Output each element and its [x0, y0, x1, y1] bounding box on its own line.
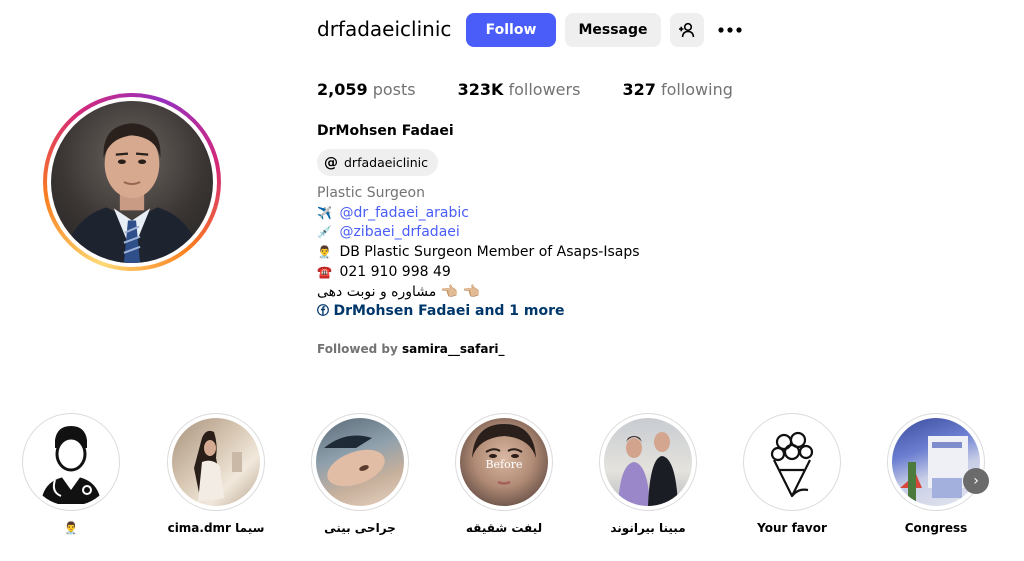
- phone-icon: ☎️: [317, 264, 332, 279]
- bio-line-4: ☎️ 021 910 998 49: [317, 263, 640, 283]
- threads-badge[interactable]: @ drfadaeiclinic: [317, 149, 438, 176]
- doctor-avatar-icon: [41, 426, 101, 504]
- pointing-hand-icon: 👈🏼 👈🏼: [440, 283, 481, 300]
- story-highlights: 👨‍⚕️ cima.dmr سیما جراحی بینی: [0, 413, 1024, 543]
- mention-link[interactable]: @zibaei_drfadaei: [339, 224, 459, 240]
- chevron-right-icon: ›: [973, 473, 979, 489]
- highlight-label: 👨‍⚕️: [63, 521, 79, 535]
- highlight-photo: [194, 430, 242, 502]
- airplane-icon: ✈️: [317, 205, 332, 220]
- message-button[interactable]: Message: [565, 13, 661, 47]
- ellipsis-icon: [718, 27, 742, 33]
- followed-by[interactable]: Followed by samira__safari_: [317, 342, 505, 356]
- facebook-link[interactable]: DrMohsen Fadaei and 1 more: [333, 303, 564, 319]
- highlight-label: مبینا بیرانوند: [610, 521, 686, 535]
- highlight-item[interactable]: cima.dmr سیما: [166, 413, 266, 535]
- highlight-label: لیفت شقیقه: [465, 521, 543, 535]
- highlight-label: cima.dmr سیما: [167, 521, 265, 535]
- threads-handle: drfadaeiclinic: [344, 155, 428, 170]
- followed-by-prefix: Followed by: [317, 342, 398, 356]
- follow-button[interactable]: Follow: [466, 13, 556, 47]
- followed-by-user[interactable]: samira__safari_: [402, 342, 504, 356]
- following-stat[interactable]: 327 following: [622, 80, 732, 99]
- bio-text-persian: مشاوره و نوبت دهی: [317, 283, 437, 300]
- highlights-next-button[interactable]: ›: [963, 468, 989, 494]
- profile-stats: 2,059 posts 323K followers 327 following: [317, 80, 775, 99]
- bio-line-5: مشاوره و نوبت دهی 👈🏼 👈🏼: [317, 283, 640, 303]
- highlight-item[interactable]: Before لیفت شقیقه: [454, 413, 554, 535]
- highlight-photo: [900, 436, 968, 506]
- following-label: following: [660, 80, 733, 99]
- syringe-icon: 💉: [317, 225, 332, 240]
- highlight-item[interactable]: 👨‍⚕️: [21, 413, 121, 535]
- profile-avatar[interactable]: [43, 93, 221, 271]
- bio-line-3: 👨‍⚕️ DB Plastic Surgeon Member of Asaps-…: [317, 243, 640, 263]
- suggested-accounts-button[interactable]: [670, 13, 704, 47]
- more-options-button[interactable]: [712, 13, 748, 47]
- highlight-overlay-text: Before: [485, 458, 523, 472]
- add-person-icon: [679, 22, 695, 38]
- highlight-item[interactable]: Your favor: [742, 413, 842, 535]
- highlight-item[interactable]: جراحی بینی: [310, 413, 410, 535]
- highlight-label: جراحی بینی: [324, 521, 396, 535]
- highlight-photo: [618, 432, 678, 506]
- threads-icon: @: [324, 154, 338, 171]
- bio-line-1: ✈️ @dr_fadaei_arabic: [317, 204, 640, 224]
- profile-bio: Plastic Surgeon ✈️ @dr_fadaei_arabic 💉 @…: [317, 184, 640, 322]
- posts-stat: 2,059 posts: [317, 80, 416, 99]
- facebook-icon: [317, 304, 329, 317]
- highlight-photo: [324, 435, 385, 487]
- followers-stat[interactable]: 323K followers: [458, 80, 581, 99]
- avatar-photo-portrait: [61, 123, 203, 263]
- bio-category: Plastic Surgeon: [317, 185, 425, 201]
- followers-label: followers: [508, 80, 581, 99]
- bio-facebook-row[interactable]: DrMohsen Fadaei and 1 more: [317, 302, 640, 322]
- bio-text: DB Plastic Surgeon Member of Asaps-Isaps: [339, 244, 640, 261]
- followers-count: 323K: [457, 80, 504, 99]
- highlight-label: Congress: [904, 521, 968, 535]
- posts-count: 2,059: [317, 80, 368, 99]
- profile-username: drfadaeiclinic: [317, 17, 452, 41]
- profile-full-name: DrMohsen Fadaei: [317, 123, 454, 139]
- flower-bouquet-icon: [770, 431, 814, 498]
- following-count: 327: [622, 80, 656, 99]
- mention-link[interactable]: @dr_fadaei_arabic: [339, 205, 469, 221]
- posts-label: posts: [372, 80, 416, 99]
- highlight-item[interactable]: مبینا بیرانوند: [598, 413, 698, 535]
- doctor-icon: 👨‍⚕️: [317, 245, 332, 260]
- bio-phone: 021 910 998 49: [339, 263, 451, 280]
- bio-line-2: 💉 @zibaei_drfadaei: [317, 223, 640, 243]
- highlight-label: Your favor: [757, 521, 827, 535]
